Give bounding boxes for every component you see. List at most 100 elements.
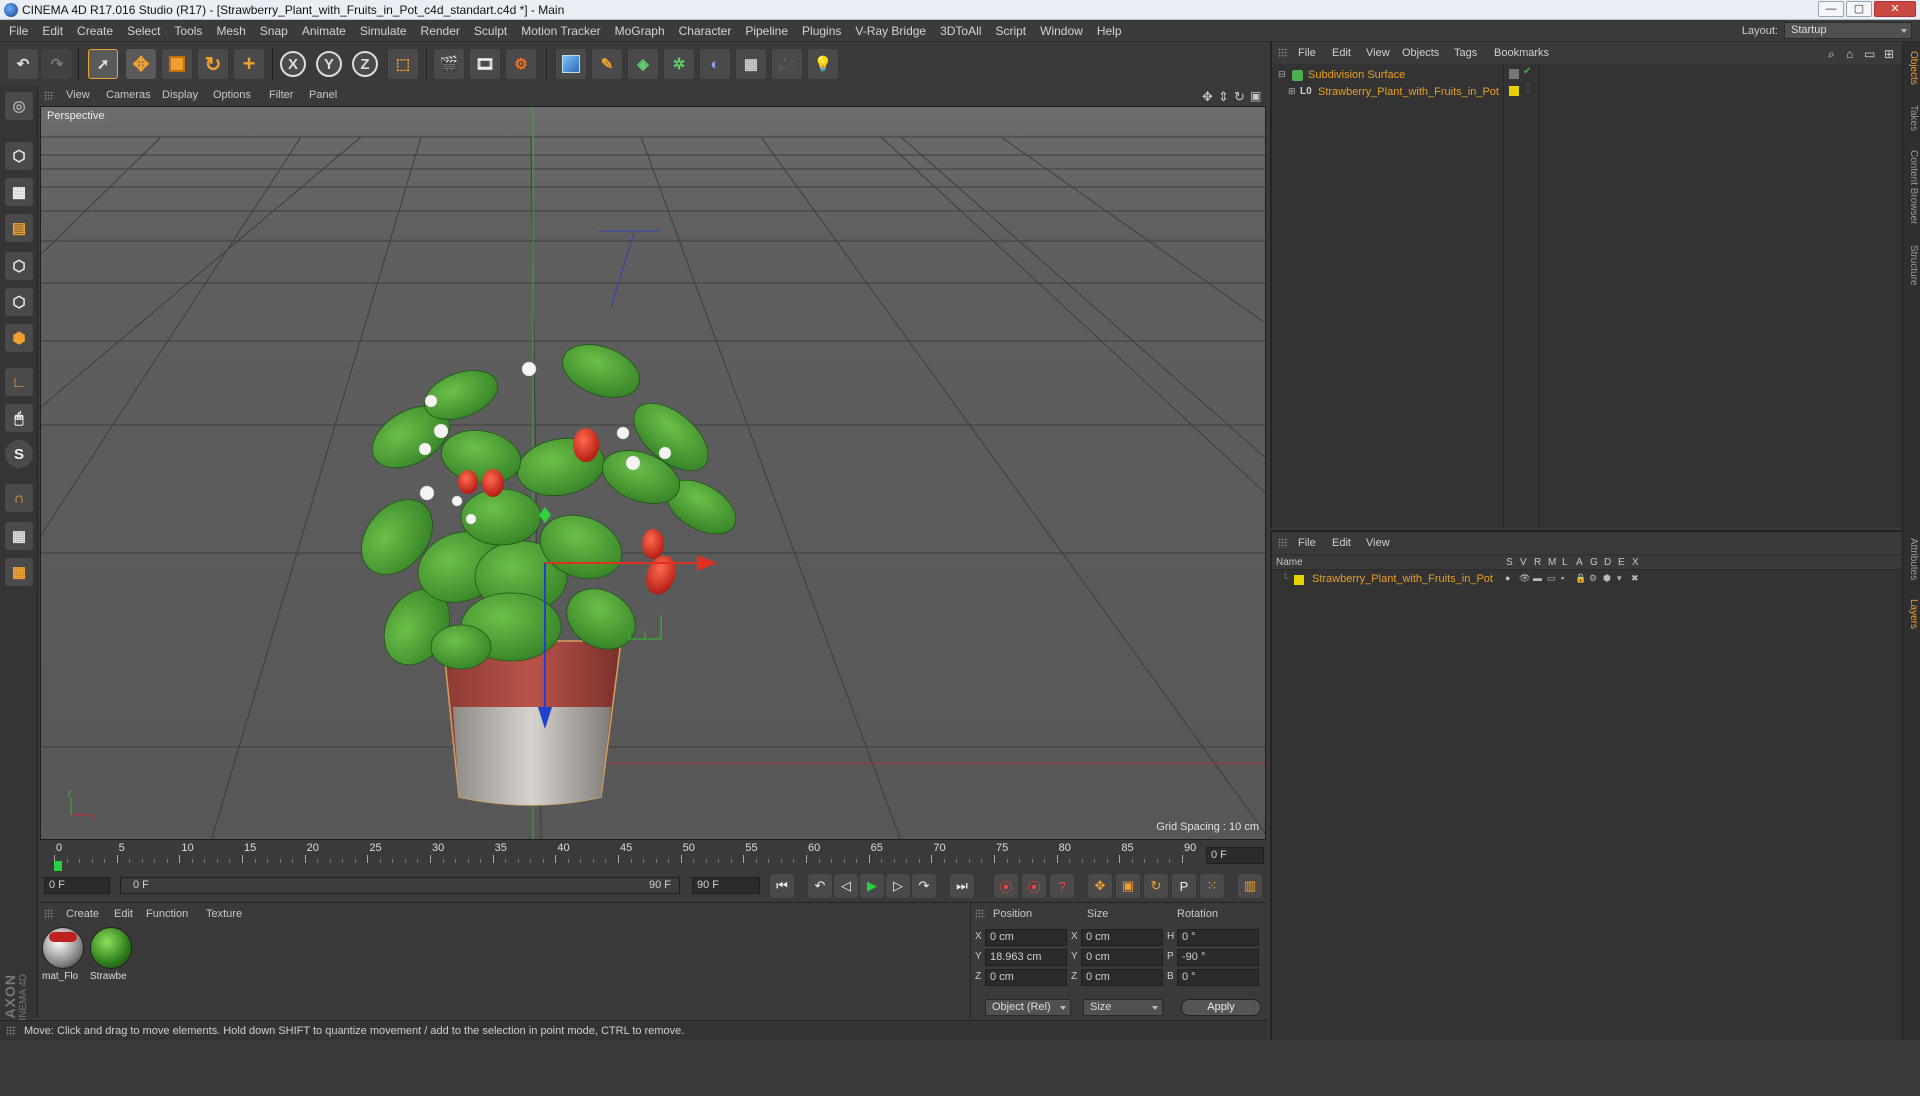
menu-help[interactable]: Help xyxy=(1090,20,1129,42)
lm-menu-file[interactable]: File xyxy=(1298,537,1316,549)
pen-spline-icon[interactable]: ✎ xyxy=(592,49,622,79)
undo-icon[interactable]: ↶ xyxy=(8,49,38,79)
floor-scene-icon[interactable]: ▦ xyxy=(736,49,766,79)
z-axis-lock-icon[interactable]: Z xyxy=(352,51,378,77)
start-frame-field[interactable]: 0 F xyxy=(44,877,110,894)
keyframe-selection-icon[interactable]: ? xyxy=(1050,874,1074,898)
layer-column-x[interactable]: X xyxy=(1632,557,1639,568)
rotation-field[interactable]: 0 ° xyxy=(1177,929,1259,946)
end-frame-field[interactable]: 90 F xyxy=(692,877,760,894)
playhead-marker[interactable] xyxy=(54,861,62,871)
play-icon[interactable]: ▶ xyxy=(860,874,884,898)
layer-column-v[interactable]: V xyxy=(1520,557,1527,568)
layer-flag-icon[interactable]: ▪ xyxy=(1561,573,1564,583)
key-parameter-icon[interactable]: P xyxy=(1172,874,1196,898)
viewport-menu-filter[interactable]: Filter xyxy=(269,89,293,101)
layer-flag-icon[interactable]: ✖ xyxy=(1631,573,1639,584)
close-button[interactable]: ✕ xyxy=(1874,1,1916,17)
move-tool-icon[interactable]: ✥ xyxy=(126,49,156,79)
tab-content-browser[interactable]: Content Browser xyxy=(1905,142,1919,232)
magnet-icon[interactable]: ∩ xyxy=(5,484,33,512)
position-field[interactable]: 0 cm xyxy=(985,969,1067,986)
camera-icon[interactable]: 🎥 xyxy=(772,49,802,79)
go-to-end-icon[interactable]: ⏭ xyxy=(950,874,974,898)
light-icon[interactable]: 💡 xyxy=(808,49,838,79)
current-frame-field[interactable]: 0 F xyxy=(1206,847,1264,864)
points-mode-icon[interactable]: ⬡ xyxy=(5,252,33,280)
material-menu-edit[interactable]: Edit xyxy=(114,908,133,920)
layer-flag-icon[interactable]: 👁 xyxy=(1519,573,1530,584)
scale-tool-icon[interactable] xyxy=(162,49,192,79)
rotate-tool-icon[interactable]: ↻ xyxy=(198,49,228,79)
material-menu-function[interactable]: Function xyxy=(146,908,188,920)
material-swatch[interactable]: Strawbe xyxy=(90,927,134,987)
layer-column-e[interactable]: E xyxy=(1618,557,1625,568)
deformer-icon[interactable]: ◐ xyxy=(700,49,730,79)
layer-swatch-icon[interactable] xyxy=(1509,69,1519,79)
timeline-ruler[interactable]: 0 5 10 15 20 25 30 35 40 45 50 55 60 65 70 75 80 85 90 0 F xyxy=(40,841,1266,871)
menu-motion-tracker[interactable]: Motion Tracker xyxy=(514,20,607,42)
autokey-icon[interactable]: ⦿ xyxy=(1022,874,1046,898)
position-field[interactable]: 18.963 cm xyxy=(985,949,1067,966)
coordinate-mode-dropdown[interactable]: Object (Rel) xyxy=(985,999,1071,1016)
key-rotation-icon[interactable]: ↻ xyxy=(1144,874,1168,898)
render-settings-icon[interactable]: ⚙ xyxy=(506,49,536,79)
go-to-start-icon[interactable]: ⏮ xyxy=(770,874,794,898)
coordinate-system-icon[interactable]: ⬚ xyxy=(388,49,418,79)
polygons-mode-icon[interactable]: ⬢ xyxy=(5,324,33,352)
apply-button[interactable]: Apply xyxy=(1181,999,1261,1016)
menu-animate[interactable]: Animate xyxy=(295,20,353,42)
collapse-icon[interactable]: ⊟ xyxy=(1278,69,1286,80)
menu-script[interactable]: Script xyxy=(988,20,1033,42)
tab-layers[interactable]: Layers xyxy=(1905,594,1919,634)
menu-tools[interactable]: Tools xyxy=(167,20,209,42)
maximize-button[interactable]: ▢ xyxy=(1846,1,1872,17)
previous-key-icon[interactable]: ↶ xyxy=(808,874,832,898)
viewport-menu-cameras[interactable]: Cameras xyxy=(106,89,151,101)
grid-snap-icon[interactable]: ▦ xyxy=(5,558,33,586)
viewport-maximize-icon[interactable]: ▣ xyxy=(1250,89,1261,103)
lm-menu-view[interactable]: View xyxy=(1366,537,1390,549)
select-tool-icon[interactable]: ➚ xyxy=(88,49,118,79)
size-mode-dropdown[interactable]: Size xyxy=(1083,999,1163,1016)
tab-objects[interactable]: Objects xyxy=(1905,46,1919,90)
menu-edit[interactable]: Edit xyxy=(35,20,70,42)
panel-maximize-icon[interactable]: ⊞ xyxy=(1884,47,1894,61)
material-menu-texture[interactable]: Texture xyxy=(206,908,242,920)
tab-attributes[interactable]: Attributes xyxy=(1905,532,1919,586)
home-icon[interactable]: ⌂ xyxy=(1846,47,1853,61)
object-row-strawberry-plant[interactable]: ⊞ L0 Strawberry_Plant_with_Fruits_in_Pot xyxy=(1274,85,1504,101)
viewport-pan-icon[interactable]: ✥ xyxy=(1202,89,1213,105)
layer-flag-icon[interactable]: ▭ xyxy=(1547,573,1556,584)
layer-flag-icon[interactable]: ▬ xyxy=(1533,573,1542,583)
layer-flag-icon[interactable]: ⚙ xyxy=(1589,573,1597,584)
viewport-menu-panel[interactable]: Panel xyxy=(309,89,337,101)
layer-column-g[interactable]: G xyxy=(1590,557,1598,568)
edges-mode-icon[interactable]: ⬡ xyxy=(5,288,33,316)
layer-flag-icon[interactable]: ● xyxy=(1505,573,1510,583)
rotation-field[interactable]: 0 ° xyxy=(1177,969,1259,986)
lm-menu-edit[interactable]: Edit xyxy=(1332,537,1351,549)
om-menu-file[interactable]: File xyxy=(1298,47,1316,59)
layer-column-s[interactable]: S xyxy=(1506,557,1513,568)
minimize-button[interactable]: — xyxy=(1818,1,1844,17)
model-mode-icon[interactable]: ⬡ xyxy=(5,142,33,170)
range-slider[interactable]: 0 F 90 F xyxy=(120,877,680,894)
live-selection-icon[interactable]: + xyxy=(234,49,264,79)
menu-pipeline[interactable]: Pipeline xyxy=(738,20,795,42)
size-field[interactable]: 0 cm xyxy=(1081,969,1163,986)
menu-v-ray-bridge[interactable]: V-Ray Bridge xyxy=(848,20,933,42)
om-menu-edit[interactable]: Edit xyxy=(1332,47,1351,59)
key-pla-icon[interactable]: ⁙ xyxy=(1200,874,1224,898)
rotation-field[interactable]: -90 ° xyxy=(1177,949,1259,966)
cloner-icon[interactable]: ✲ xyxy=(664,49,694,79)
x-axis-lock-icon[interactable]: X xyxy=(280,51,306,77)
next-key-icon[interactable]: ↷ xyxy=(912,874,936,898)
layer-column-d[interactable]: D xyxy=(1604,557,1611,568)
menu-snap[interactable]: Snap xyxy=(253,20,295,42)
viewport-rotate-icon[interactable]: ↻ xyxy=(1234,89,1245,105)
material-menu-create[interactable]: Create xyxy=(66,908,99,920)
menu-mograph[interactable]: MoGraph xyxy=(608,20,672,42)
tab-takes[interactable]: Takes xyxy=(1905,102,1919,134)
om-menu-view[interactable]: View xyxy=(1366,47,1390,59)
